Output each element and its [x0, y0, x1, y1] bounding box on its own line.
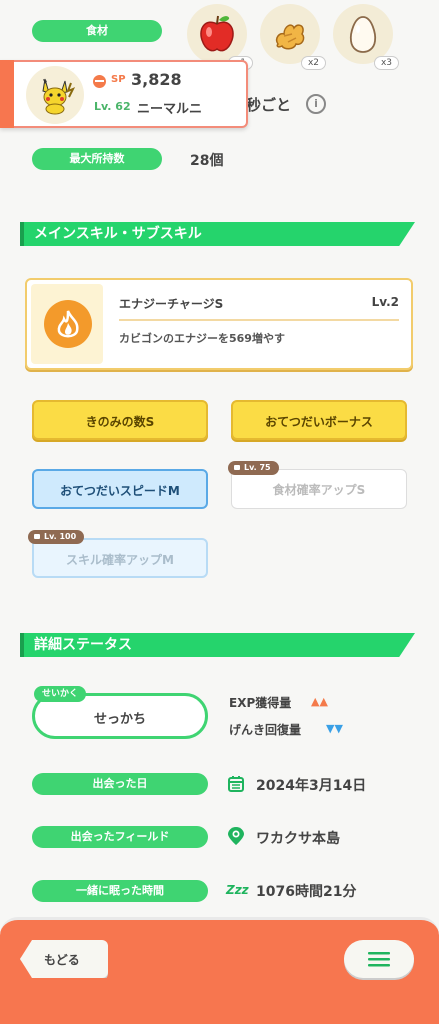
lock-level-text: Lv. 75 [244, 463, 271, 472]
sleep-zzz-icon: Zzz [226, 883, 249, 897]
ingredient-apple[interactable]: x1 [187, 4, 253, 70]
nature-tag: せいかく [34, 686, 87, 702]
nature-down-arrows: ▼▼ [326, 722, 343, 735]
sp-value: 3,828 [131, 70, 182, 89]
ingredient-egg[interactable]: x3 [333, 4, 399, 70]
energy-flame-icon [44, 300, 92, 348]
sub-skill-berry-count-s[interactable]: きのみの数S [32, 400, 208, 440]
main-skill-level: Lv.2 [371, 295, 399, 309]
ingredients-label: 食材 [32, 20, 162, 42]
main-skill-divider [119, 319, 399, 321]
nature-up-arrows: ▲▲ [311, 695, 328, 708]
skills-section-title: メインスキル・サブスキル [34, 226, 202, 242]
nature-down-label: げんき回復量 [229, 723, 302, 737]
skills-section-header: メインスキル・サブスキル [20, 222, 415, 246]
apple-icon [200, 15, 234, 52]
hamburger-menu-icon [368, 952, 390, 967]
sub-skill-skill-trigger-m[interactable]: スキル確率アップM [32, 538, 208, 578]
lock-level-text: Lv. 100 [44, 532, 77, 541]
nature-up-label: EXP獲得量 [229, 696, 292, 710]
pokemon-summary-card[interactable]: SP 3,828 Lv. 62 ニーマルニ [0, 60, 248, 128]
ginger-icon [275, 24, 305, 50]
sub-skill-help-speed-m[interactable]: おてつだいスピードM [32, 469, 208, 509]
lock-icon [234, 465, 240, 470]
card-accent-bar [0, 60, 14, 128]
back-button-label: もどる [44, 953, 80, 967]
pokemon-nickname: ニーマルニ [137, 102, 203, 117]
pokemon-level: Lv. 62 [94, 100, 131, 113]
status-section-header: 詳細ステータス [20, 633, 415, 657]
lock-tag-lv100: Lv. 100 [28, 530, 85, 544]
back-button[interactable]: もどる [20, 940, 108, 978]
pokemon-avatar [26, 66, 84, 124]
met-field-label: 出会ったフィールド [32, 826, 208, 848]
slept-time-value: 1076時間21分 [256, 884, 357, 900]
calendar-icon [228, 776, 244, 792]
location-pin-icon [228, 827, 244, 845]
lock-icon [34, 534, 40, 539]
sub-skill-ingredient-finder-s[interactable]: 食材確率アップS [231, 469, 407, 509]
main-skill-card[interactable]: エナジーチャージS Lv.2 カビゴンのエナジーを569増やす [25, 278, 413, 370]
sp-label: SP [111, 74, 126, 85]
sub-skill-help-bonus[interactable]: おてつだいボーナス [231, 400, 407, 440]
egg-icon [349, 16, 377, 53]
footer-bar: もどる [0, 917, 439, 1024]
met-date-value: 2024年3月14日 [256, 778, 367, 794]
interval-text: 秒ごと [246, 96, 292, 114]
lock-tag-lv75: Lv. 75 [228, 461, 279, 475]
sp-icon [93, 75, 106, 88]
ingredient-ginger[interactable]: x2 [260, 4, 326, 70]
met-date-label: 出会った日 [32, 773, 208, 795]
main-skill-description: カビゴンのエナジーを569増やす [119, 332, 285, 345]
nature-value: せっかち [93, 712, 146, 727]
max-carry-label: 最大所持数 [32, 148, 162, 170]
met-field-value: ワカクサ本島 [256, 831, 340, 847]
pikachu-icon [42, 78, 75, 115]
info-icon[interactable]: i [306, 94, 326, 114]
ingredient-count: x3 [373, 56, 399, 70]
max-carry-value: 28個 [190, 153, 224, 169]
ingredient-count: x2 [300, 56, 326, 70]
menu-button[interactable] [344, 940, 414, 978]
status-section-title: 詳細ステータス [34, 637, 132, 653]
main-skill-name: エナジーチャージS [119, 297, 224, 311]
info-glyph: i [314, 97, 318, 110]
main-skill-icon-panel [31, 284, 103, 364]
slept-time-label: 一緒に眠った時間 [32, 880, 208, 902]
